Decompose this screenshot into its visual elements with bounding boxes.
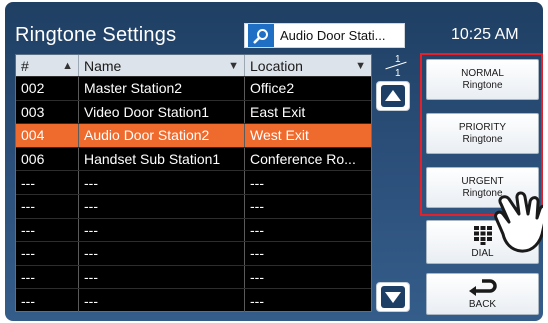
page-total: 1 — [395, 68, 401, 79]
cell-location: West Exit — [250, 127, 309, 144]
normal-ringtone-button[interactable]: NORMAL Ringtone — [426, 59, 539, 100]
table-row[interactable]: --- --- --- — [16, 241, 371, 265]
back-arrow-icon — [468, 279, 497, 296]
scroll-controls: 1 1 — [373, 54, 417, 312]
cell-name: --- — [79, 194, 245, 218]
cell-number: 006 — [16, 147, 79, 171]
sort-descending-icon: ▼ — [228, 59, 239, 72]
cell-location: --- — [250, 269, 264, 286]
scroll-down-button[interactable] — [376, 282, 410, 312]
cell-number: --- — [16, 242, 79, 265]
cell-number: --- — [16, 171, 79, 194]
cell-name: Audio Door Station2 — [79, 124, 245, 147]
triangle-up-icon — [381, 85, 405, 107]
cell-name: Master Station2 — [79, 77, 245, 100]
table-row-selected[interactable]: 004 Audio Door Station2 West Exit — [16, 123, 371, 147]
cell-number: 002 — [16, 77, 79, 100]
cell-number: 004 — [16, 124, 79, 147]
search-icon[interactable] — [248, 24, 274, 47]
table-body: 002 Master Station2 Office2 003 Video Door S… — [16, 76, 371, 312]
table-row[interactable]: 002 Master Station2 Office2 — [16, 76, 371, 100]
cell-name: --- — [79, 265, 245, 289]
cell-location: Conference Ro... — [250, 151, 356, 168]
cell-name: --- — [79, 242, 245, 265]
cell-number: --- — [16, 265, 79, 289]
cell-location: --- — [250, 292, 264, 309]
table-row[interactable]: --- --- --- — [16, 288, 371, 312]
cell-number: --- — [16, 289, 79, 312]
cell-number: --- — [16, 218, 79, 242]
search-value: Audio Door Stati... — [280, 28, 386, 43]
triangle-down-icon — [381, 286, 405, 308]
cell-name: Video Door Station1 — [79, 100, 245, 124]
priority-ringtone-button[interactable]: PRIORITY Ringtone — [426, 113, 539, 154]
station-table: # ▲ Name ▼ Location ▼ 002 Master Station2… — [15, 54, 372, 312]
back-button[interactable]: BACK — [426, 273, 539, 315]
column-header-location[interactable]: Location ▼ — [245, 55, 371, 76]
table-row[interactable]: --- --- --- — [16, 264, 371, 289]
column-header-name[interactable]: Name ▼ — [79, 55, 245, 76]
cell-location: --- — [250, 174, 264, 191]
ringtone-settings-screen: Ringtone Settings Audio Door Stati... 10… — [5, 2, 543, 321]
pointing-hand-icon — [494, 191, 543, 253]
table-row[interactable]: --- --- --- — [16, 170, 371, 194]
cell-number: 003 — [16, 100, 79, 124]
keypad-icon — [473, 226, 492, 245]
cell-location: Office2 — [250, 80, 295, 97]
cell-number: --- — [16, 194, 79, 218]
table-row[interactable]: 006 Handset Sub Station1 Conference Ro... — [16, 146, 371, 171]
clock: 10:25 AM — [451, 26, 519, 43]
cell-name: --- — [79, 171, 245, 194]
scroll-up-button[interactable] — [376, 81, 410, 111]
page-indicator: 1 1 — [373, 54, 417, 80]
page-title: Ringtone Settings — [15, 24, 177, 46]
search-field[interactable]: Audio Door Stati... — [244, 23, 405, 48]
cell-name: Handset Sub Station1 — [79, 147, 245, 171]
cell-location: --- — [250, 245, 264, 262]
cell-location: --- — [250, 221, 264, 238]
sort-descending-icon: ▼ — [355, 59, 366, 72]
column-header-number[interactable]: # ▲ — [16, 55, 79, 76]
cell-location: --- — [250, 198, 264, 215]
cell-name: --- — [79, 218, 245, 242]
sort-ascending-icon: ▲ — [62, 59, 73, 72]
cell-location: East Exit — [250, 103, 306, 120]
cell-name: --- — [79, 289, 245, 312]
table-row[interactable]: --- --- --- — [16, 217, 371, 242]
table-row[interactable]: 003 Video Door Station1 East Exit — [16, 99, 371, 124]
table-header: # ▲ Name ▼ Location ▼ — [16, 55, 371, 76]
table-row[interactable]: --- --- --- — [16, 193, 371, 218]
